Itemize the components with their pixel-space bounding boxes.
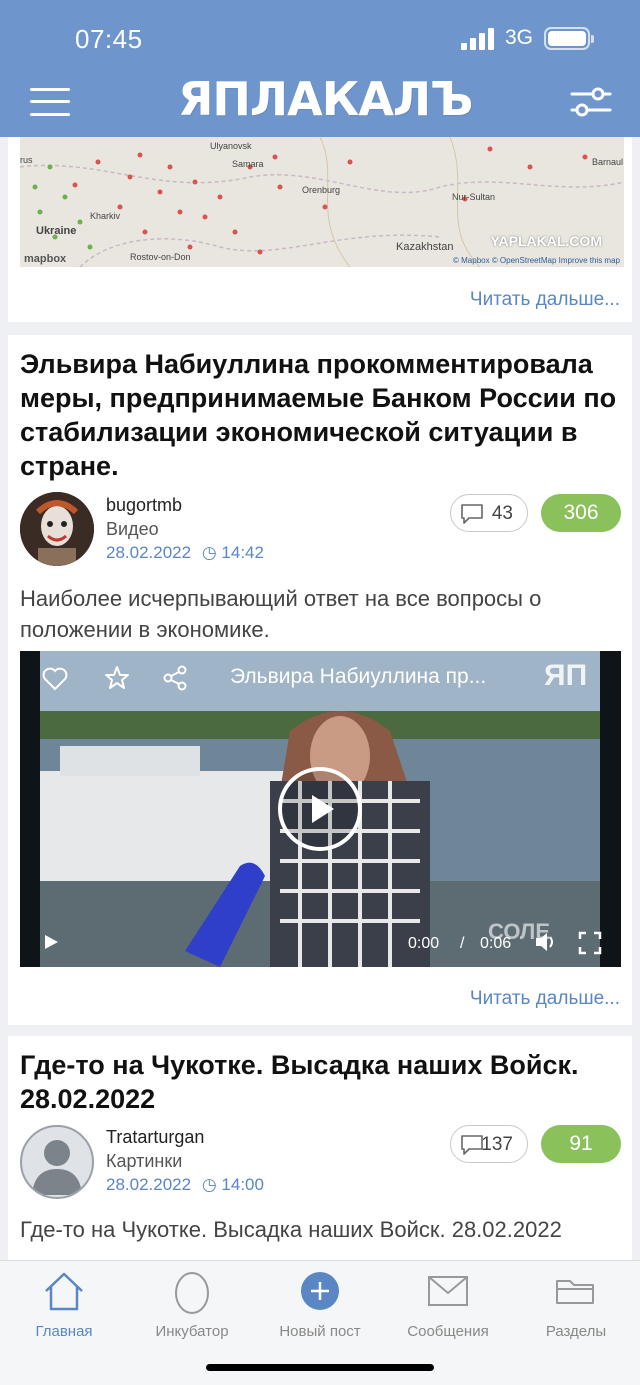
mapbox-logo: mapbox — [24, 253, 67, 265]
post-text: Где-то на Чукотке. Высадка наших Войск. … — [20, 1217, 562, 1242]
map-label: Kazakhstan — [396, 241, 454, 253]
tab-label: Сообщения — [407, 1323, 489, 1340]
comments-button[interactable]: 43 — [450, 494, 528, 532]
date-text: 28.02.2022 — [106, 543, 192, 562]
post-title[interactable]: Эльвира Набиуллина прокомментировала мер… — [20, 347, 620, 483]
map-credit[interactable]: © Mapbox © OpenStreetMap Improve this ma… — [453, 256, 620, 265]
filter-settings-icon[interactable] — [570, 86, 612, 118]
post-title[interactable]: Где-то на Чукотке. Высадка наших Войск. … — [20, 1048, 620, 1116]
tab-label: Новый пост — [279, 1323, 361, 1340]
default-avatar-icon — [32, 1140, 82, 1195]
hamburger-menu-icon[interactable] — [30, 86, 70, 118]
site-logo[interactable]: ЯПЛАКАЛЪ — [178, 72, 473, 128]
video-time-separator: / — [460, 935, 465, 952]
map-label: Samara — [232, 159, 264, 169]
video-current-time: 0:00 — [408, 935, 440, 952]
post-date: 28.02.2022 ◷ 14:42 — [106, 543, 264, 563]
star-icon[interactable] — [104, 665, 130, 691]
map-label: Nur-Sultan — [452, 192, 496, 202]
post-category[interactable]: Видео — [106, 519, 159, 540]
envelope-icon — [428, 1276, 468, 1306]
home-icon — [45, 1272, 83, 1311]
battery-icon — [544, 27, 594, 50]
map-label: rus — [20, 155, 33, 165]
map-watermark: YAPLAKAL.COM — [490, 233, 603, 249]
plus-icon — [301, 1272, 339, 1310]
map-label: Ulyanovsk — [210, 141, 252, 151]
heart-icon[interactable] — [42, 667, 68, 691]
map-label: Orenburg — [302, 185, 341, 195]
tab-sections[interactable]: Разделы — [521, 1269, 631, 1340]
share-icon[interactable] — [162, 665, 188, 691]
folder-icon — [556, 1280, 594, 1304]
map-label: Kharkiv — [90, 211, 121, 221]
rating-badge[interactable]: 91 — [541, 1125, 621, 1163]
time-text: 14:00 — [221, 1175, 264, 1194]
comment-icon — [461, 504, 483, 524]
map-label: Rostov-on-Don — [130, 252, 191, 262]
tab-new-post[interactable]: Новый пост — [265, 1269, 375, 1340]
rating-badge[interactable]: 306 — [541, 494, 621, 532]
map-post-card: Ulyanovsk Samara Orenburg Nur-Sultan Bar… — [8, 137, 632, 322]
read-more-link[interactable]: Читать дальше... — [470, 289, 620, 311]
status-time: 07:45 — [75, 24, 143, 54]
map-label: Ukraine — [36, 225, 77, 237]
volume-icon[interactable] — [534, 931, 558, 953]
video-player[interactable]: Эльвира Набиуллина пр... ЯП 0:00 / 0:06 … — [20, 651, 621, 967]
read-more-link[interactable]: Читать дальше... — [470, 988, 620, 1010]
video-watermark-logo: ЯП — [544, 659, 588, 692]
comments-count: 43 — [491, 503, 513, 524]
map-label: Barnaul — [592, 157, 624, 167]
play-button-icon[interactable] — [276, 765, 364, 853]
post-card: Где-то на Чукотке. Высадка наших Войск. … — [8, 1036, 632, 1266]
egg-icon — [175, 1272, 209, 1314]
author-name[interactable]: bugortmb — [106, 495, 182, 516]
clock-icon: ◷ — [201, 1175, 217, 1194]
tab-label: Инкубатор — [155, 1323, 229, 1340]
post-card: Эльвира Набиуллина прокомментировала мер… — [8, 335, 632, 1025]
clock-icon: ◷ — [201, 543, 217, 562]
post-category[interactable]: Картинки — [106, 1151, 182, 1172]
author-name[interactable]: Tratarturgan — [106, 1127, 204, 1148]
map-image[interactable]: Ulyanovsk Samara Orenburg Nur-Sultan Bar… — [20, 137, 624, 267]
date-text: 28.02.2022 — [106, 1175, 192, 1194]
signal-icon — [461, 28, 495, 50]
tab-label: Главная — [35, 1323, 93, 1340]
tab-label: Разделы — [545, 1323, 607, 1340]
comments-button[interactable]: 137 — [450, 1125, 528, 1163]
post-text: Наиболее исчерпывающий ответ на все вопр… — [20, 586, 542, 642]
comments-count: 137 — [481, 1134, 513, 1155]
status-bar: 07:45 3G — [0, 22, 640, 58]
tab-home[interactable]: Главная — [9, 1269, 119, 1340]
video-title: Эльвира Набиуллина пр... — [230, 665, 487, 688]
time-text: 14:42 — [221, 543, 264, 562]
fullscreen-icon[interactable] — [578, 931, 602, 955]
app-header: 07:45 3G ЯПЛАКАЛЪ — [0, 0, 640, 137]
avatar[interactable] — [20, 1125, 94, 1199]
post-date: 28.02.2022 ◷ 14:00 — [106, 1175, 264, 1195]
home-indicator[interactable] — [206, 1364, 434, 1371]
network-type: 3G — [505, 26, 534, 49]
tab-incubator[interactable]: Инкубатор — [137, 1269, 247, 1340]
play-icon[interactable] — [42, 933, 60, 951]
tab-messages[interactable]: Сообщения — [393, 1269, 503, 1340]
avatar[interactable] — [20, 492, 94, 566]
